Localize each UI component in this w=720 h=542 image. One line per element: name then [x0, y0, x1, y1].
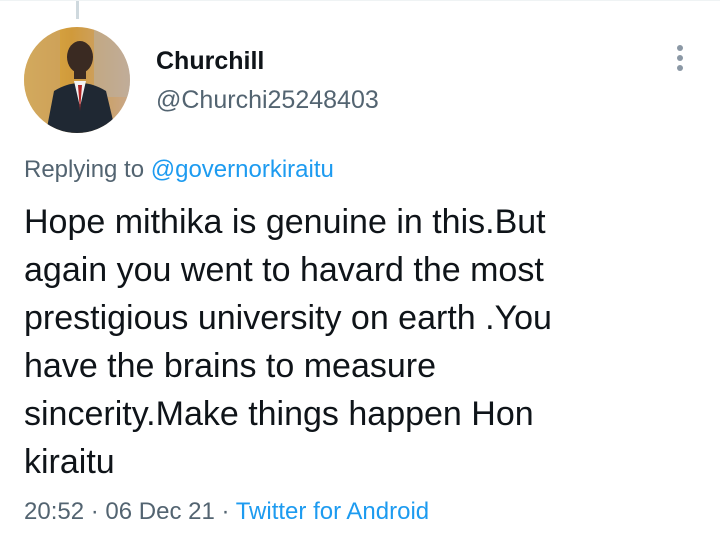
- profile-photo-icon: [24, 27, 130, 133]
- tweet-metadata: 20:52 · 06 Dec 21 · Twitter for Android: [24, 498, 429, 526]
- avatar[interactable]: [24, 27, 130, 133]
- author-name[interactable]: Churchill: [156, 47, 264, 76]
- more-vertical-icon: [677, 45, 683, 51]
- tweet-source-link[interactable]: Twitter for Android: [236, 498, 429, 525]
- more-options-button[interactable]: [664, 41, 696, 75]
- replying-prefix: Replying to: [24, 156, 145, 183]
- tweet-time[interactable]: 20:52: [24, 498, 84, 525]
- more-dot: [677, 55, 683, 61]
- meta-separator: ·: [90, 498, 99, 525]
- tweet-detail: Churchill @Churchi25248403 Replying to @…: [0, 0, 720, 542]
- thread-connector-line: [76, 1, 79, 19]
- tweet-date[interactable]: 06 Dec 21: [105, 498, 214, 525]
- more-dot: [677, 65, 683, 71]
- author-handle[interactable]: @Churchi25248403: [156, 86, 379, 115]
- meta-separator: ·: [221, 498, 230, 525]
- replying-to-line: Replying to @governorkiraitu: [24, 156, 334, 184]
- tweet-text: Hope mithika is genuine in this.But agai…: [24, 203, 552, 481]
- replying-to-mention[interactable]: @governorkiraitu: [151, 156, 334, 183]
